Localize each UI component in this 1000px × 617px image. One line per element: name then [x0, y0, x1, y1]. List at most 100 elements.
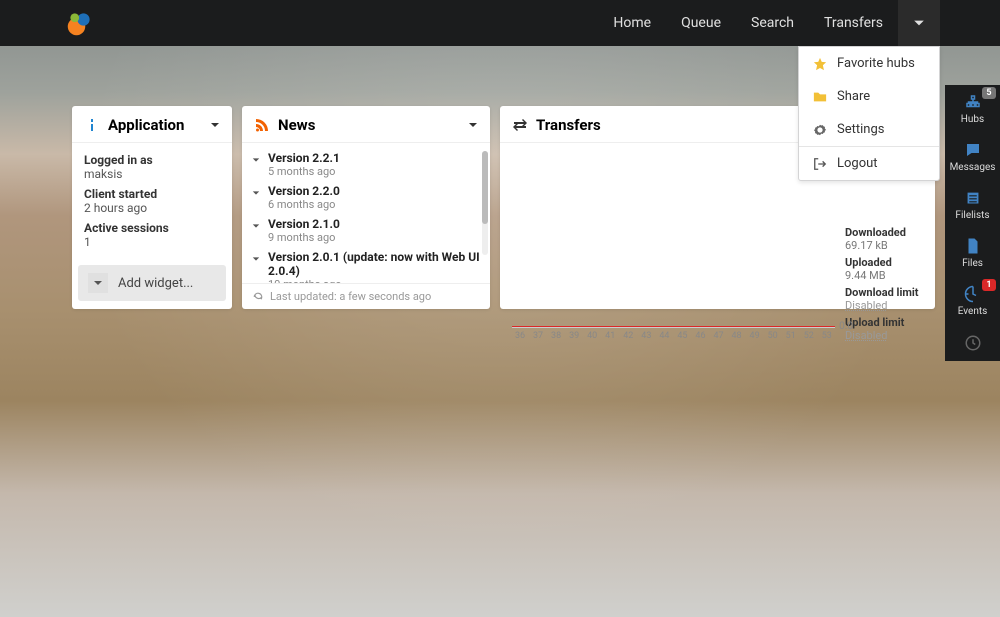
chevron-down-icon[interactable]	[210, 120, 220, 130]
last-updated-label: Last updated: a few seconds ago	[270, 290, 431, 303]
folder-icon	[813, 90, 827, 104]
x-axis: 363738394041424344454647484950515253	[512, 328, 835, 346]
news-footer: Last updated: a few seconds ago	[242, 283, 490, 309]
top-navbar: Home Queue Search Transfers	[0, 0, 1000, 46]
menu-settings[interactable]: Settings	[799, 113, 939, 146]
star-icon	[813, 57, 827, 71]
client-started-label: Client started	[84, 187, 220, 201]
add-widget-button[interactable]: Add widget...	[78, 265, 226, 301]
x-tick: 40	[584, 331, 600, 346]
nav-home[interactable]: Home	[598, 0, 666, 46]
news-item[interactable]: Version 2.2.06 months ago	[252, 184, 486, 211]
rail-badge: 5	[982, 87, 996, 99]
news-item[interactable]: Version 2.2.15 months ago	[252, 151, 486, 178]
nav-transfers[interactable]: Transfers	[809, 0, 898, 46]
rail-label: Events	[958, 306, 988, 317]
rail-badge: 1	[982, 279, 996, 291]
chevron-down-icon	[252, 184, 262, 211]
rail-files[interactable]: Files	[945, 229, 1000, 277]
chevron-down-icon	[88, 273, 108, 293]
nav-search[interactable]: Search	[736, 0, 809, 46]
chevron-down-icon	[252, 151, 262, 178]
x-tick: 44	[656, 331, 672, 346]
menu-label: Settings	[837, 122, 884, 137]
x-tick: 51	[783, 331, 799, 346]
menu-label: Favorite hubs	[837, 56, 915, 71]
upload-limit-value[interactable]: Disabled	[845, 329, 923, 342]
uploaded-value: 9.44 MB	[845, 269, 923, 282]
nav-more-menu[interactable]	[898, 0, 940, 46]
rail-messages[interactable]: Messages	[945, 133, 1000, 181]
x-tick: 38	[548, 331, 564, 346]
menu-label: Share	[837, 89, 870, 104]
x-tick: 37	[530, 331, 546, 346]
menu-favorite-hubs[interactable]: Favorite hubs	[799, 47, 939, 80]
info-icon	[84, 117, 100, 133]
x-tick: 41	[602, 331, 618, 346]
transfers-chart: 0.0 363738394041424344454647484950515253	[512, 151, 835, 346]
x-tick: 52	[801, 331, 817, 346]
rss-icon	[254, 117, 270, 133]
news-item[interactable]: Version 2.0.1 (update: now with Web UI 2…	[252, 250, 486, 283]
right-sidebar: Hubs 5 Messages Filelists Files Events 1	[945, 85, 1000, 361]
news-item[interactable]: Version 2.1.09 months ago	[252, 217, 486, 244]
logout-icon	[813, 157, 827, 171]
chevron-down-icon	[252, 217, 262, 244]
chevron-down-icon[interactable]	[468, 120, 478, 130]
chevron-down-icon	[252, 250, 262, 283]
logged-in-label: Logged in as	[84, 153, 220, 167]
rail-label: Messages	[950, 162, 996, 173]
rail-filelists[interactable]: Filelists	[945, 181, 1000, 229]
downloaded-label: Downloaded	[845, 226, 923, 239]
gear-icon	[813, 123, 827, 137]
x-tick: 39	[566, 331, 582, 346]
app-logo	[66, 9, 94, 37]
more-dropdown: Favorite hubs Share Settings Logout	[798, 46, 940, 181]
rail-label: Hubs	[961, 114, 984, 125]
uploaded-label: Uploaded	[845, 256, 923, 269]
rail-label: Files	[962, 258, 983, 269]
download-limit-label: Download limit	[845, 286, 923, 299]
logged-in-value: maksis	[84, 167, 220, 181]
refresh-icon	[252, 291, 264, 303]
application-body: Logged in asmaksis Client started2 hours…	[72, 143, 232, 265]
y-axis-label: 0.0	[839, 321, 853, 332]
menu-logout[interactable]: Logout	[799, 146, 939, 180]
x-tick: 42	[620, 331, 636, 346]
news-list: Version 2.2.15 months ago Version 2.2.06…	[242, 143, 490, 283]
x-tick: 50	[765, 331, 781, 346]
x-tick: 53	[819, 331, 835, 346]
downloaded-value: 69.17 kB	[845, 239, 923, 252]
x-tick: 36	[512, 331, 528, 346]
widget-title: News	[278, 116, 315, 134]
widget-title: Application	[108, 116, 184, 134]
menu-label: Logout	[837, 156, 878, 171]
chart-line	[512, 326, 835, 327]
rail-events[interactable]: Events 1	[945, 277, 1000, 325]
x-tick: 49	[747, 331, 763, 346]
nav-queue[interactable]: Queue	[666, 0, 736, 46]
x-tick: 48	[729, 331, 745, 346]
news-widget: News Version 2.2.15 months ago Version 2…	[242, 106, 490, 309]
rail-label: Filelists	[955, 210, 989, 221]
menu-share[interactable]: Share	[799, 80, 939, 113]
active-sessions-label: Active sessions	[84, 221, 220, 235]
client-started-value: 2 hours ago	[84, 201, 220, 215]
rail-clock[interactable]	[945, 325, 1000, 361]
x-tick: 47	[711, 331, 727, 346]
chart-plot-area: 0.0	[512, 151, 835, 328]
widget-header: News	[242, 106, 490, 143]
x-tick: 43	[638, 331, 654, 346]
download-limit-value[interactable]: Disabled	[845, 299, 923, 312]
rail-hubs[interactable]: Hubs 5	[945, 85, 1000, 133]
scrollbar[interactable]	[482, 151, 488, 255]
widget-title: Transfers	[536, 116, 601, 134]
upload-limit-label: Upload limit	[845, 316, 923, 329]
active-sessions-value: 1	[84, 235, 220, 249]
application-widget: Application Logged in asmaksis Client st…	[72, 106, 232, 309]
widget-header: Application	[72, 106, 232, 143]
transfers-icon	[512, 117, 528, 133]
x-tick: 45	[674, 331, 690, 346]
add-widget-label: Add widget...	[118, 276, 193, 291]
x-tick: 46	[692, 331, 708, 346]
